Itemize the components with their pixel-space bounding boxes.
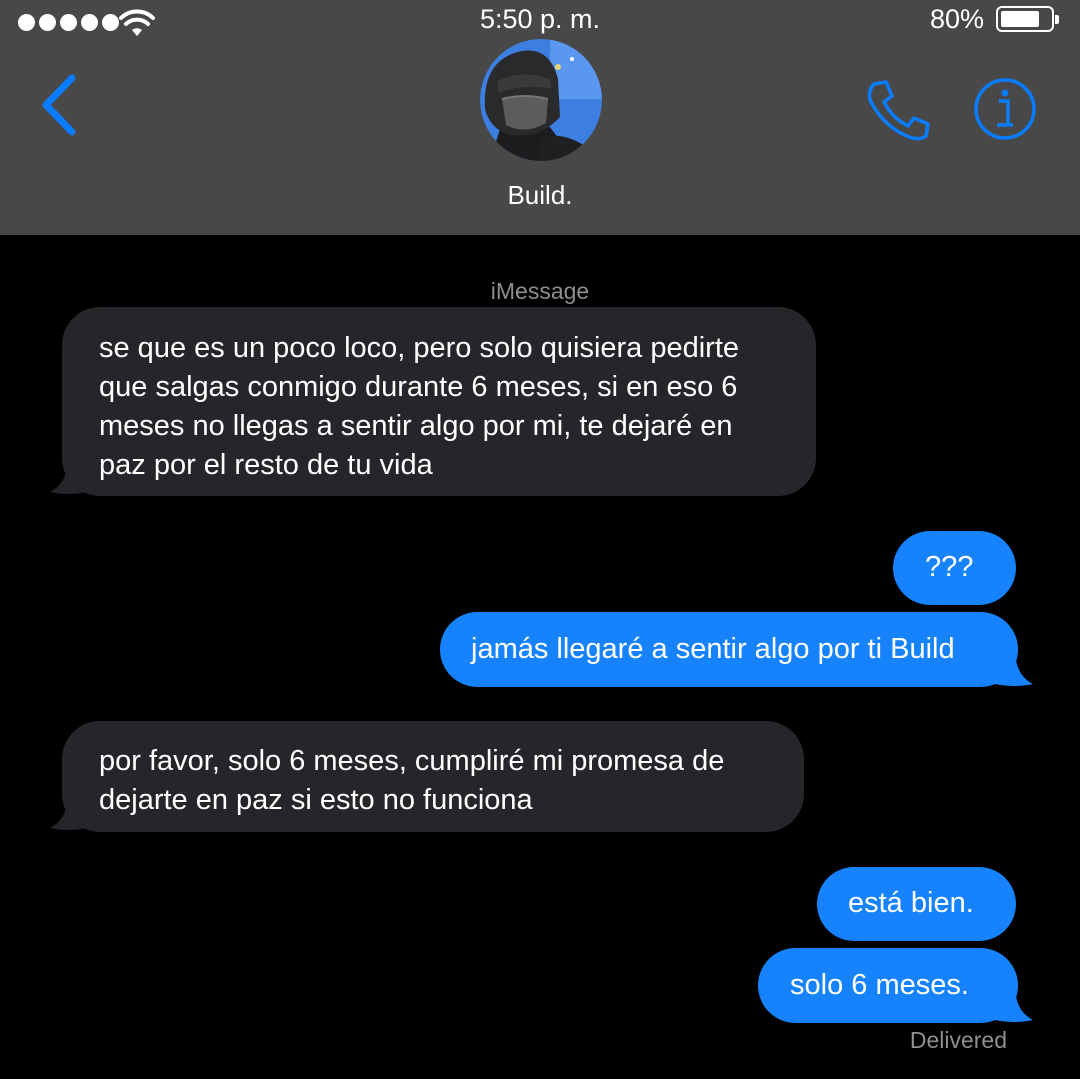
battery-icon	[996, 6, 1059, 32]
status-time: 5:50 p. m.	[479, 4, 601, 34]
chevron-left-icon	[42, 74, 76, 136]
call-button[interactable]	[862, 78, 932, 142]
message-bubble-outgoing[interactable]: está bien.	[817, 867, 1016, 941]
info-button[interactable]	[973, 77, 1037, 141]
phone-icon	[867, 80, 930, 141]
message-bubble-incoming[interactable]: por favor, solo 6 meses, cumpliré mi pro…	[62, 721, 804, 832]
status-bar: 5:50 p. m. 80%	[0, 0, 1080, 40]
service-label: iMessage	[490, 278, 590, 304]
battery-percentage: 80%	[929, 4, 984, 34]
contact-name[interactable]: Build.	[0, 180, 1080, 211]
messages-screen: 5:50 p. m. 80% Build. iMessage se que es…	[0, 0, 1080, 1079]
contact-avatar[interactable]	[480, 39, 602, 161]
info-icon	[974, 78, 1036, 140]
conversation-header: 5:50 p. m. 80% Build.	[0, 0, 1080, 235]
message-bubble-outgoing[interactable]: ???	[893, 531, 1016, 605]
message-bubble-incoming[interactable]: se que es un poco loco, pero solo quisie…	[62, 307, 816, 496]
message-bubble-outgoing[interactable]: jamás llegaré a sentir algo por ti Build	[440, 612, 1018, 687]
back-button[interactable]	[34, 70, 84, 140]
delivery-status: Delivered	[909, 1027, 1007, 1053]
message-bubble-outgoing[interactable]: solo 6 meses.	[758, 948, 1018, 1023]
